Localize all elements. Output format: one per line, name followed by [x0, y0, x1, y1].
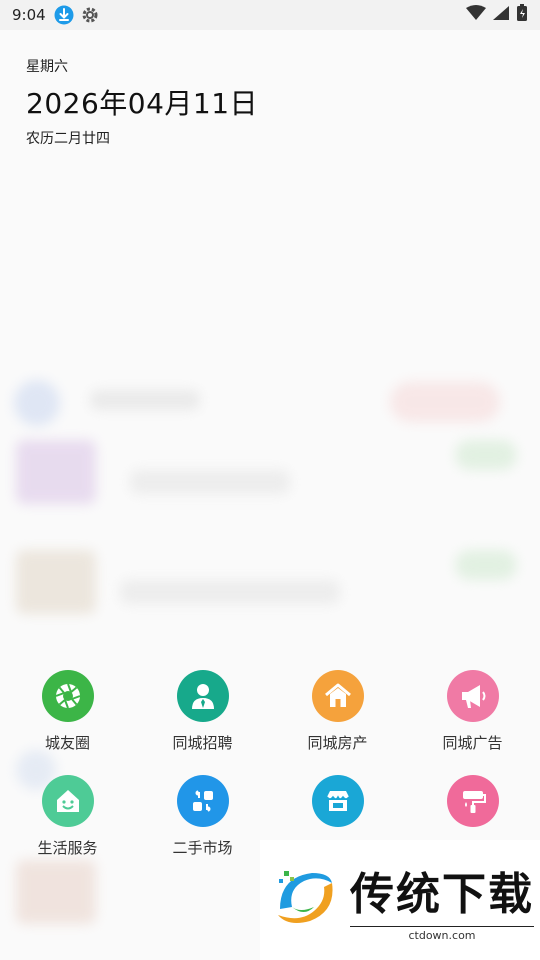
date-header: 星期六 2026年04月11日 农历二月廿四 [26, 56, 258, 148]
smiling-house-icon [41, 775, 94, 827]
shortcut-second-hand[interactable]: 二手市场 [135, 775, 270, 858]
weekday-text: 星期六 [26, 59, 68, 75]
shortcut-jobs[interactable]: 同城招聘 [135, 670, 270, 753]
wifi-icon [466, 5, 486, 25]
shortcut-label: 生活服务 [37, 839, 98, 857]
status-bar: 9:04 [0, 0, 540, 30]
status-time: 9:04 [12, 6, 46, 24]
watermark-url: ctdown.com [350, 926, 534, 942]
shortcut-friends-circle[interactable]: 城友圈 [0, 670, 135, 753]
lunar-date-text: 农历二月廿四 [26, 131, 110, 147]
shortcut-label: 同城招聘 [172, 734, 233, 752]
megaphone-icon [446, 670, 499, 722]
shortcut-label: 城友圈 [44, 734, 90, 752]
date-text: 2026年04月11日 [26, 87, 259, 120]
settings-icon [80, 5, 100, 25]
storefront-icon [311, 775, 364, 827]
shortcut-life-services[interactable]: 生活服务 [0, 775, 135, 858]
house-icon [311, 670, 364, 722]
watermark-logo: 传统下载 ctdown.com [260, 840, 540, 960]
exchange-icon [176, 775, 229, 827]
camera-aperture-icon [41, 670, 94, 722]
person-tie-icon [176, 670, 229, 722]
download-icon [54, 5, 74, 25]
shortcut-grid: 城友圈 同城招聘 同城房产 同城广告 生活服务 二手市场 [0, 670, 540, 858]
shortcut-ads[interactable]: 同城广告 [405, 670, 540, 753]
shortcut-real-estate[interactable]: 同城房产 [270, 670, 405, 753]
paint-roller-icon [446, 775, 499, 827]
shortcut-label: 同城广告 [442, 734, 503, 752]
shortcut-label: 同城房产 [307, 734, 368, 752]
battery-charging-icon [516, 4, 528, 26]
watermark-title: 传统下载 [350, 869, 534, 920]
shortcut-label: 二手市场 [172, 839, 233, 857]
logo-icon [270, 863, 340, 937]
signal-icon [492, 5, 510, 25]
